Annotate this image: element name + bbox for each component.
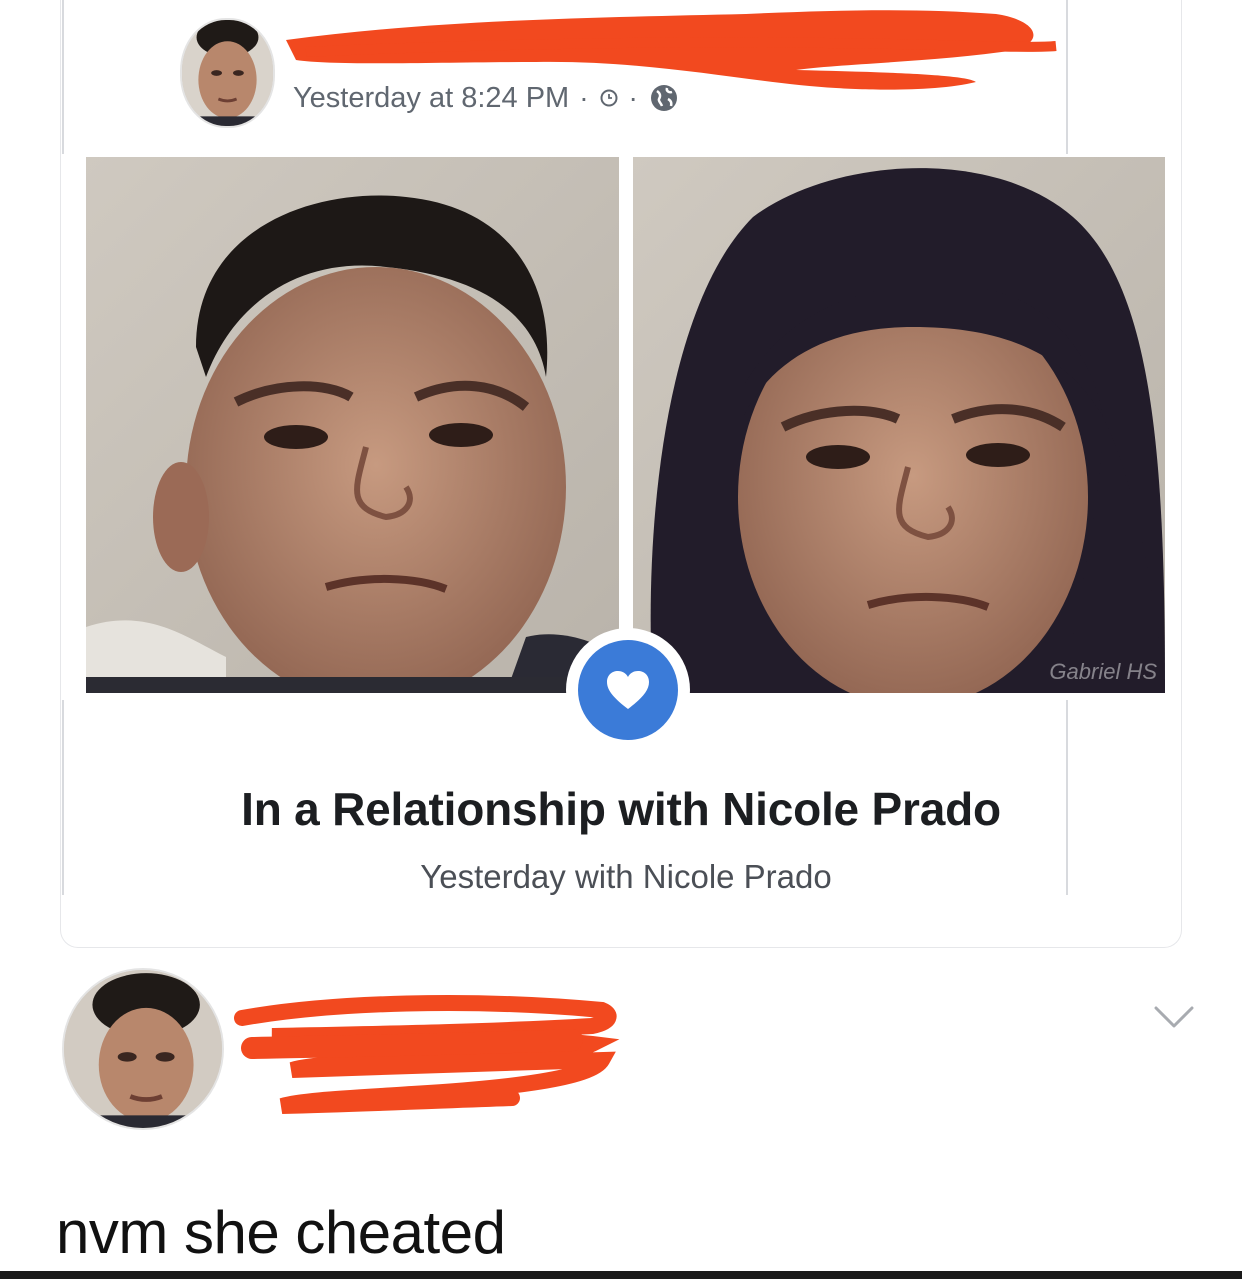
photo-watermark: Gabriel HS bbox=[1049, 659, 1157, 684]
post-meta: Yesterday at 8:24 PM · · bbox=[293, 80, 680, 116]
comment-text: nvm she cheated bbox=[56, 1199, 506, 1266]
relationship-heart-badge bbox=[566, 628, 690, 752]
meta-separator: · bbox=[579, 82, 589, 113]
post-timestamp[interactable]: Yesterday at 8:24 PM bbox=[293, 82, 569, 115]
heart-badge-circle bbox=[578, 640, 678, 740]
chevron-down-icon[interactable] bbox=[1152, 1002, 1196, 1032]
bottom-divider bbox=[0, 1271, 1242, 1279]
clock-icon bbox=[599, 88, 619, 108]
meta-separator: · bbox=[628, 82, 638, 113]
post-author-avatar[interactable] bbox=[180, 18, 275, 128]
life-event-subtitle: Yesterday with Nicole Prado bbox=[420, 858, 832, 895]
heart-icon bbox=[607, 671, 649, 709]
screenshot: Yesterday at 8:24 PM · · Gabriel HS In a… bbox=[0, 0, 1242, 1279]
life-event-title[interactable]: In a Relationship with Nicole Prado bbox=[0, 782, 1242, 836]
globe-icon[interactable] bbox=[648, 82, 680, 114]
left-profile-photo[interactable] bbox=[86, 157, 619, 693]
right-profile-photo[interactable]: Gabriel HS bbox=[633, 157, 1165, 693]
redacted-commenter-name bbox=[234, 995, 620, 1114]
commenter-avatar[interactable] bbox=[62, 968, 224, 1130]
